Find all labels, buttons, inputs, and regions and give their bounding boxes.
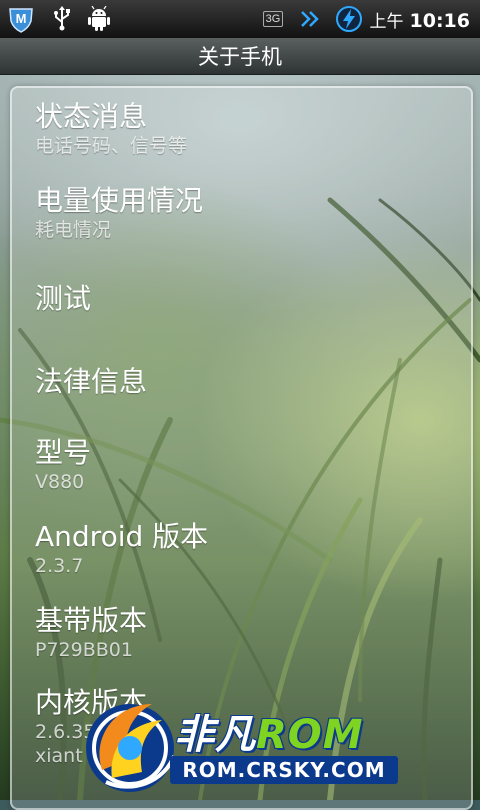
crsky-rom-watermark: 非凡ROM ROM.CRSKY.COM xyxy=(82,690,402,800)
crsky-logo-icon xyxy=(86,704,176,792)
watermark-brand-cn: 非凡 xyxy=(174,712,256,758)
title-bar: 关于手机 xyxy=(0,38,480,75)
watermark-url: ROM.CRSKY.COM xyxy=(170,756,398,784)
clock-ampm: 上午 xyxy=(369,12,404,32)
security-m-icon[interactable]: M xyxy=(6,5,36,33)
list-item-legal[interactable]: 法律信息 xyxy=(35,365,455,399)
list-item-testing[interactable]: 测试 xyxy=(35,282,455,316)
list-item-title: Android 版本 xyxy=(35,520,209,553)
list-item-model: 型号 V880 xyxy=(35,436,455,494)
page-title: 关于手机 xyxy=(198,45,282,69)
list-item-status[interactable]: 状态消息 电话号码、信号等 xyxy=(35,100,455,158)
status-clock: 上午 10:16 xyxy=(370,7,470,32)
android-debug-icon[interactable] xyxy=(86,5,112,33)
status-bar: M 3G 上午 10:16 xyxy=(0,0,480,38)
list-item-title: 型号 xyxy=(35,436,92,469)
list-item-android-version: Android 版本 2.3.7 xyxy=(35,520,455,578)
watermark-brand-en: ROM xyxy=(256,712,364,758)
list-item-title: 基带版本 xyxy=(35,604,148,637)
list-item-title: 状态消息 xyxy=(35,100,148,133)
battery-charging-icon xyxy=(334,5,364,33)
list-item-battery-usage[interactable]: 电量使用情况 耗电情况 xyxy=(35,184,455,242)
list-item-title: 测试 xyxy=(35,282,92,315)
svg-text:M: M xyxy=(16,11,27,26)
usb-icon[interactable] xyxy=(50,5,74,33)
network-type-label: 3G xyxy=(262,11,284,27)
list-item-baseband-version: 基带版本 P729BB01 xyxy=(35,604,455,662)
list-item-subtitle: P729BB01 xyxy=(35,639,133,661)
list-item-subtitle: 耗电情况 xyxy=(35,219,112,241)
list-item-subtitle: 2.3.7 xyxy=(35,555,84,577)
list-item-title: 法律信息 xyxy=(35,365,148,398)
3g-signal-icon: 3G xyxy=(260,5,286,33)
watermark-brand: 非凡ROM xyxy=(174,702,364,760)
clock-time: 10:16 xyxy=(409,10,470,32)
list-item-subtitle: 电话号码、信号等 xyxy=(35,135,188,157)
list-item-title: 电量使用情况 xyxy=(35,184,204,217)
data-arrows-icon xyxy=(298,5,322,33)
list-item-subtitle: V880 xyxy=(35,471,85,493)
